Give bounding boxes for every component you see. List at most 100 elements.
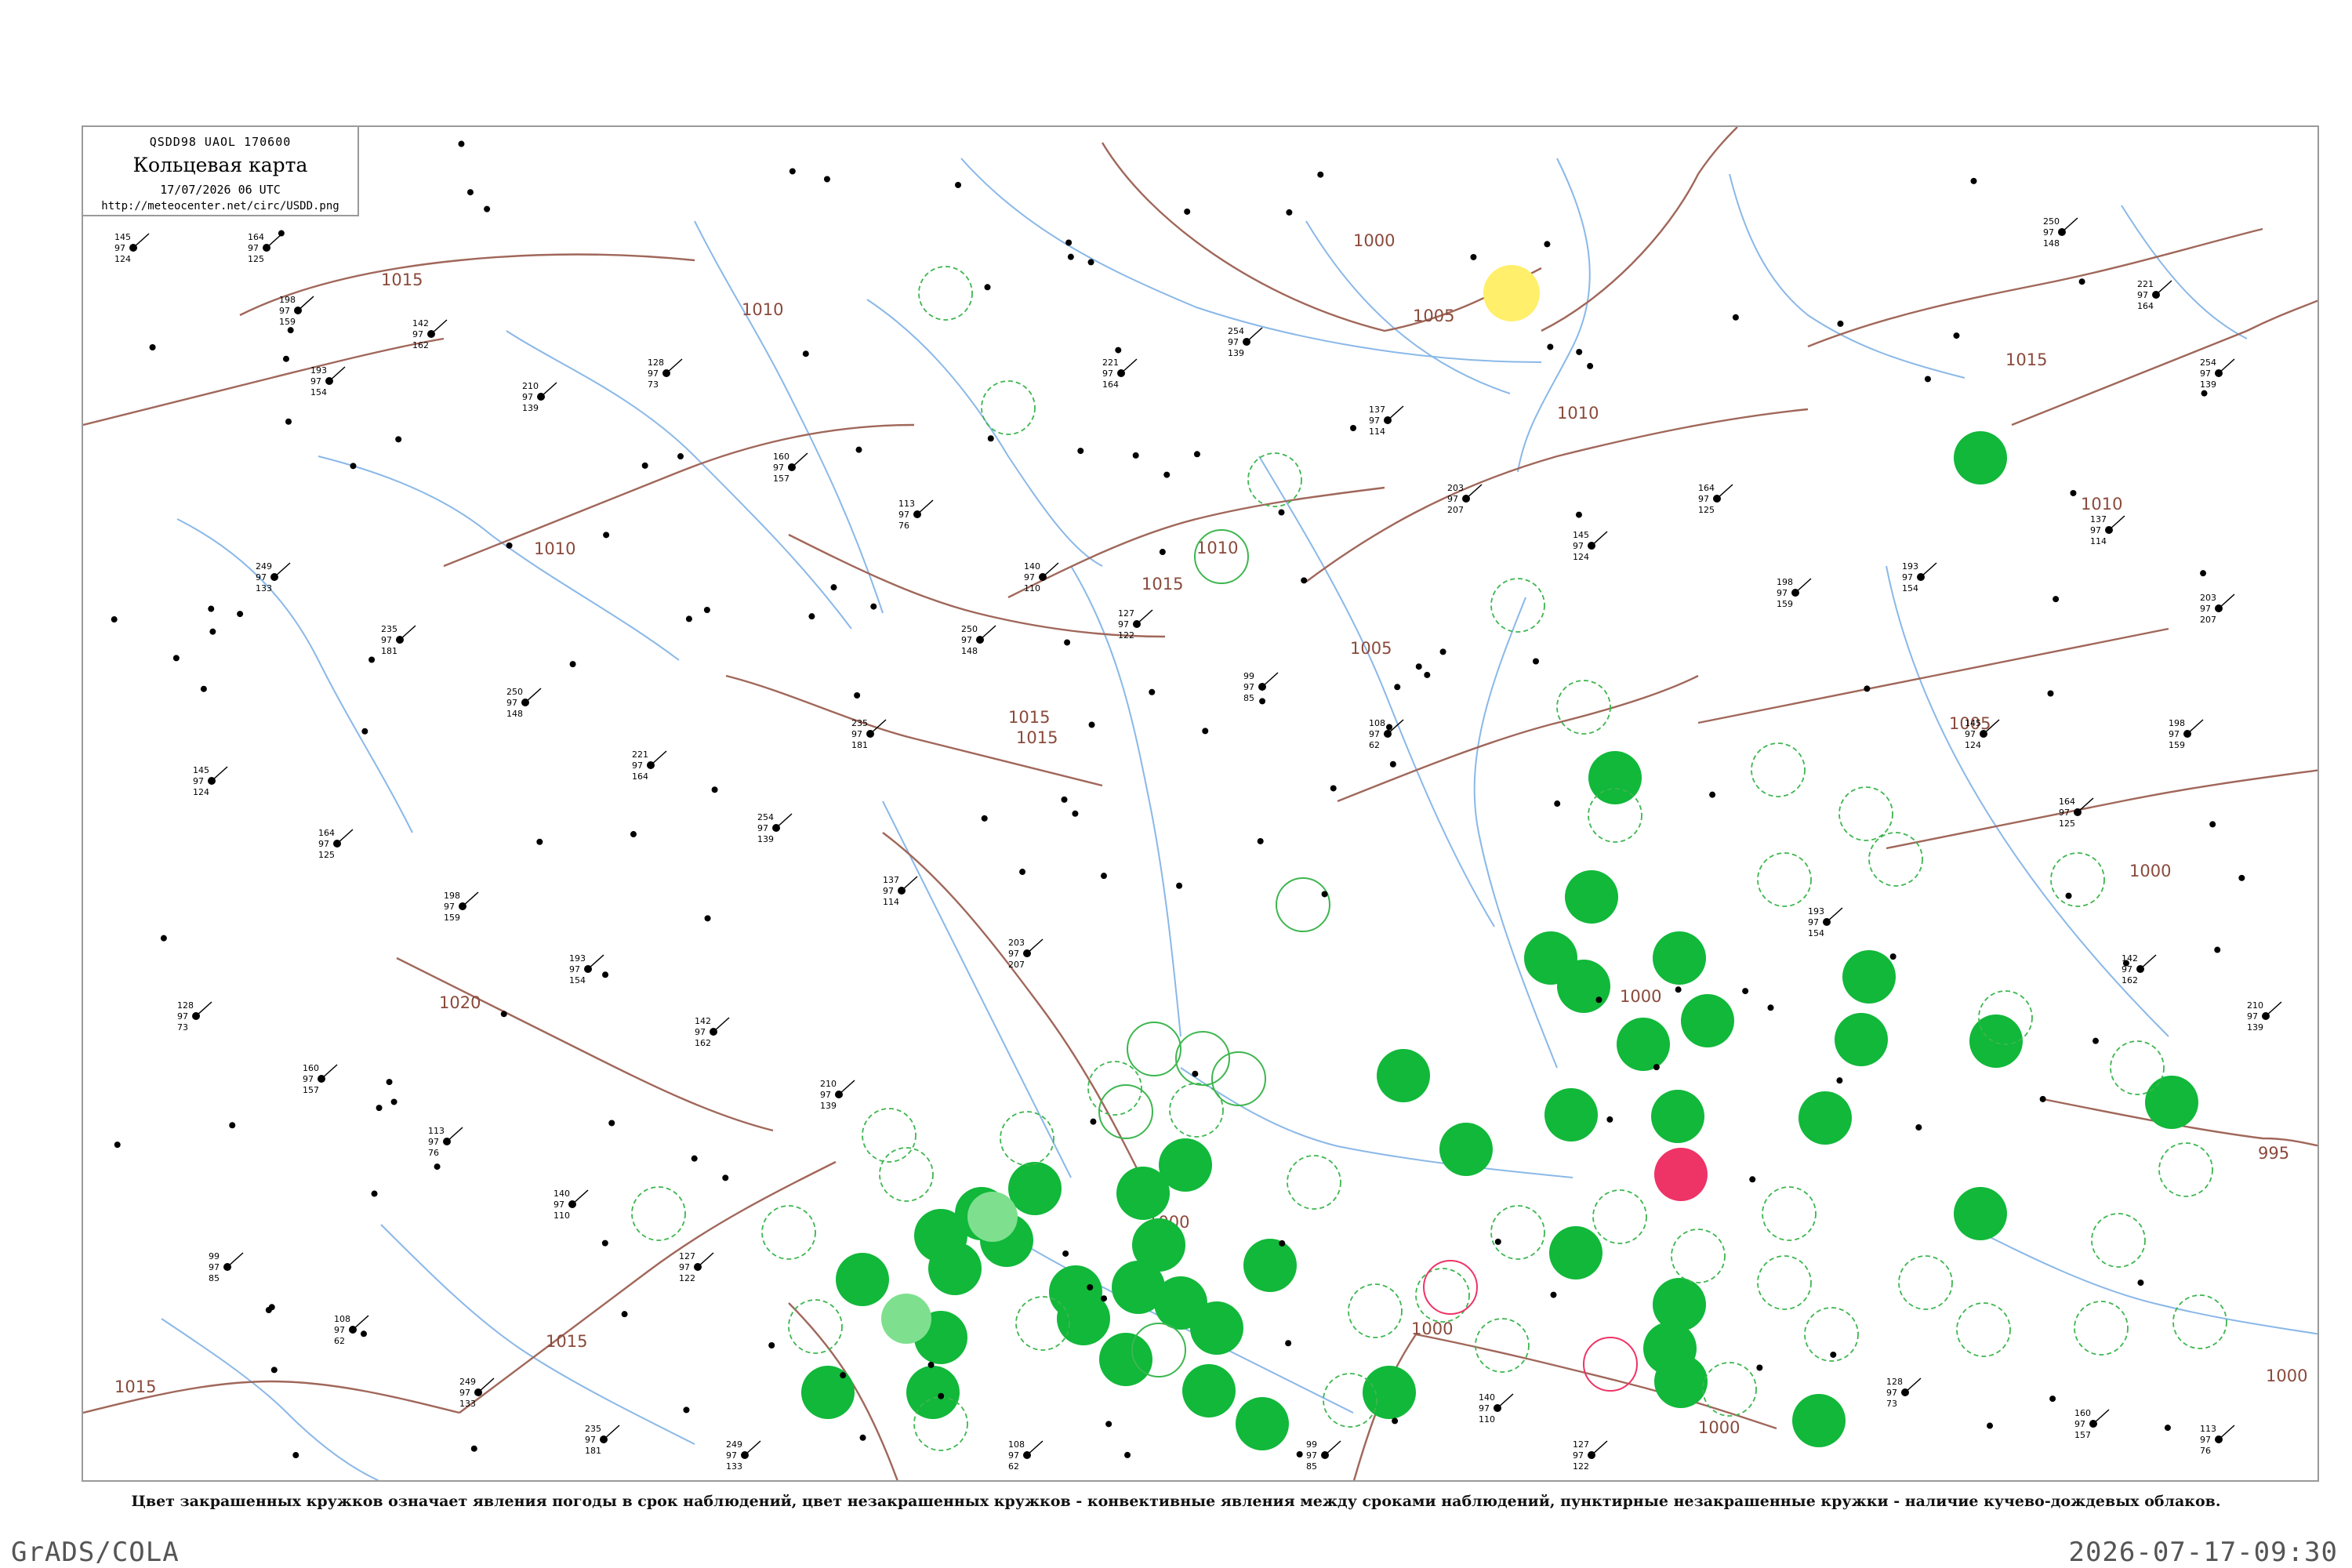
- station-dot: [368, 656, 376, 663]
- station-dot: [1090, 1118, 1097, 1125]
- wind-barb: [1120, 358, 1138, 374]
- station-value-bot: 73: [177, 1022, 188, 1033]
- cb-circle: [1348, 1283, 1403, 1338]
- station-value-top: 142: [695, 1016, 711, 1026]
- weather-circle-green: [1159, 1138, 1212, 1192]
- station-dot: [1330, 785, 1337, 792]
- station-plot: 1289773: [177, 1000, 212, 1033]
- station-value-bot: 207: [1447, 505, 1464, 515]
- wind-barb: [1497, 1393, 1514, 1409]
- station-dot: [287, 327, 294, 334]
- map-url[interactable]: http://meteocenter.net/circ/USDD.png: [83, 200, 358, 212]
- weather-circle-green: [1617, 1018, 1670, 1071]
- wind-barb: [587, 954, 604, 970]
- wind-barb: [2061, 217, 2078, 233]
- weather-circle-light: [881, 1294, 931, 1344]
- station-dot: [1389, 760, 1396, 768]
- station-dot: [458, 140, 465, 147]
- station-value-bot: 139: [820, 1101, 837, 1111]
- station-plot: 21097139: [522, 381, 557, 413]
- station-dot: [285, 418, 292, 425]
- station-dot: [350, 463, 357, 470]
- cb-circle: [2158, 1142, 2213, 1197]
- station-value-bot: 76: [2200, 1446, 2211, 1456]
- station-value-bot: 122: [679, 1273, 695, 1283]
- station-value-top: 113: [898, 499, 915, 509]
- isobar-labels: 1000 1005 1010 1015 1015 1010 1010 1015 …: [114, 231, 2307, 1437]
- station-dot: [870, 603, 877, 610]
- station-plot: 19897159: [2169, 718, 2204, 750]
- station-plot: 24997133: [726, 1439, 761, 1472]
- station-value-top: 145: [1965, 718, 1981, 728]
- wind-barb: [477, 1377, 495, 1393]
- station-plot: 14597124: [193, 765, 228, 797]
- isobar-label: 1000: [1698, 1418, 1740, 1437]
- cb-circle: [2172, 1294, 2227, 1349]
- station-dot: [1278, 509, 1285, 516]
- station-dot: [1732, 314, 1739, 321]
- station-dot: [278, 230, 285, 237]
- station-value-mid: 97: [569, 964, 580, 975]
- station-dot: [466, 189, 474, 196]
- station-value-mid: 97: [820, 1090, 831, 1100]
- station-value-bot: 114: [1369, 426, 1385, 437]
- station-plot: 25497139: [757, 812, 793, 844]
- station-value-mid: 97: [428, 1137, 439, 1147]
- wind-barb: [274, 562, 291, 578]
- station-value-mid: 97: [2169, 729, 2180, 739]
- station-value-bot: 181: [381, 646, 397, 656]
- cb-circle: [862, 1108, 916, 1163]
- station-value-mid: 97: [256, 572, 267, 583]
- station-dot: [500, 1011, 507, 1018]
- station-value-bot: 148: [2043, 238, 2060, 249]
- station-dot: [1415, 663, 1422, 670]
- station-dot: [1830, 1351, 1837, 1358]
- station-value-bot: 124: [193, 787, 209, 797]
- station-plot: 19397154: [1808, 906, 1843, 938]
- station-plot: 21097139: [820, 1079, 855, 1111]
- weather-circle-green: [1243, 1239, 1297, 1292]
- station-plot: 16097157: [2074, 1408, 2110, 1440]
- station-dot: [789, 168, 796, 175]
- station-value-bot: 62: [1008, 1461, 1019, 1472]
- station-value-top: 198: [444, 891, 460, 901]
- station-plot: 16097157: [303, 1063, 338, 1095]
- station-dot: [1767, 1004, 1774, 1011]
- station-dot: [840, 1372, 847, 1379]
- station-plot: 999785: [209, 1251, 244, 1283]
- weather-circle-green: [1544, 1088, 1598, 1142]
- station-dot: [1675, 986, 1682, 993]
- wind-barb: [321, 1064, 338, 1080]
- station-value-mid: 97: [193, 776, 204, 786]
- station-dot: [1132, 452, 1139, 459]
- station-dot: [1424, 671, 1431, 678]
- station-dot: [722, 1174, 729, 1181]
- wind-barb: [1026, 938, 1044, 954]
- station-value-bot: 157: [2074, 1430, 2091, 1440]
- station-dot: [823, 176, 830, 183]
- station-plot: 25097148: [506, 687, 542, 719]
- wind-barb: [2077, 797, 2094, 813]
- station-plot: 21097139: [2247, 1000, 2282, 1033]
- station-value-top: 128: [648, 358, 664, 368]
- weather-circle-green: [1557, 960, 1610, 1013]
- station-dot: [149, 344, 156, 351]
- station-value-mid: 97: [1102, 368, 1113, 379]
- station-value-top: 203: [1008, 938, 1025, 948]
- wind-barb: [1387, 405, 1404, 421]
- wind-barb: [901, 876, 918, 891]
- station-value-mid: 97: [459, 1388, 470, 1398]
- station-dot: [1392, 1417, 1399, 1425]
- station-value-bot: 125: [248, 254, 264, 264]
- station-value-mid: 97: [2137, 290, 2148, 300]
- station-dot: [955, 181, 962, 188]
- station-dot: [1101, 1295, 1108, 1302]
- station-plot: 22197164: [632, 750, 667, 782]
- station-value-top: 249: [459, 1377, 476, 1387]
- station-dot: [1742, 988, 1749, 995]
- station-value-mid: 97: [1573, 1450, 1584, 1461]
- station-dot: [1987, 1422, 1994, 1429]
- station-dot: [2047, 690, 2054, 697]
- wind-barb: [297, 296, 314, 311]
- station-value-top: 235: [851, 718, 868, 728]
